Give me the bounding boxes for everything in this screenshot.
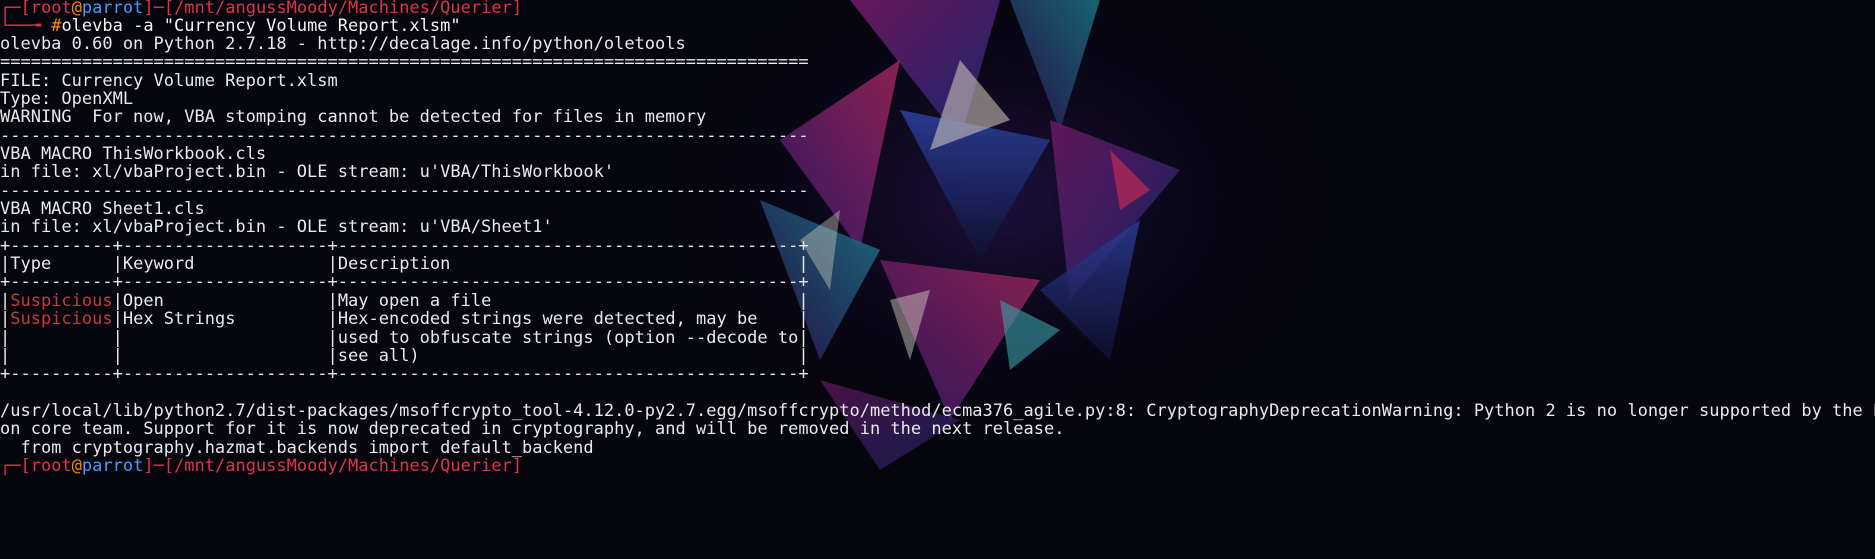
terminal-window[interactable]: ┌─[root@parrot]─[/mnt/angussMoody/Machin… bbox=[0, 0, 1875, 559]
table-cell-keyword: Hex Strings bbox=[122, 309, 236, 329]
prompt-path: /mnt/angussMoody/Machines/Querier bbox=[174, 456, 512, 476]
next-prompt-line: ┌─[root@parrot]─[/mnt/angussMoody/Machin… bbox=[0, 456, 523, 476]
table-cell-type: Suspicious bbox=[10, 309, 113, 329]
prompt-at: @ bbox=[71, 456, 82, 476]
table-cell-description: Hex-encoded strings were detected, may b… bbox=[337, 309, 758, 329]
prompt-user: root bbox=[30, 456, 72, 476]
table-border-bottom: +----------+--------------------+-------… bbox=[0, 364, 809, 384]
prompt-host: parrot bbox=[81, 456, 144, 476]
